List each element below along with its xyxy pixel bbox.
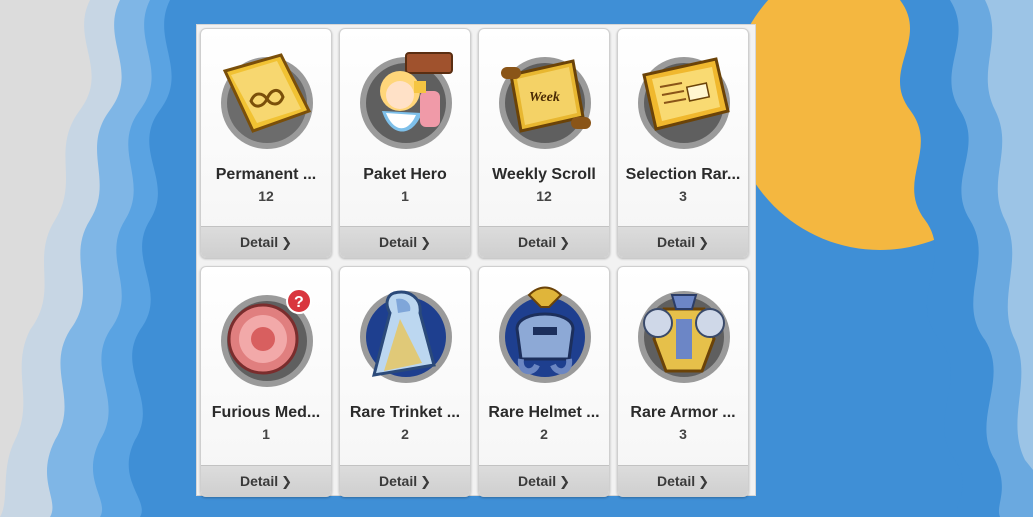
chevron-right-icon: ❯ (281, 474, 293, 489)
svg-text:Week: Week (529, 90, 560, 105)
chevron-right-icon: ❯ (698, 235, 710, 250)
detail-label: Detail (239, 473, 279, 489)
ticket-icon (628, 41, 740, 153)
item-count: 1 (401, 188, 409, 204)
trinket-cloak-icon (350, 279, 462, 391)
item-name: Rare Armor ... (630, 404, 736, 421)
chevron-right-icon: ❯ (420, 474, 432, 489)
item-card-selection-rare[interactable]: Selection Rar... 3 Detail ❯ (617, 28, 749, 258)
detail-label: Detail (378, 473, 418, 489)
detail-button[interactable]: Detail ❯ (618, 465, 748, 496)
item-name: Rare Trinket ... (349, 404, 461, 421)
item-count: 12 (536, 188, 552, 204)
detail-label: Detail (656, 473, 696, 489)
item-count: 3 (679, 426, 687, 442)
item-name: Paket Hero (363, 166, 447, 183)
item-card-permanent[interactable]: Permanent ... 12 Detail ❯ (200, 28, 332, 258)
detail-label: Detail (517, 234, 557, 250)
item-name: Furious Med... (211, 404, 321, 421)
detail-button[interactable]: Detail ❯ (479, 465, 609, 496)
item-count: 12 (258, 188, 274, 204)
item-card-rare-trinket[interactable]: Rare Trinket ... 2 Detail ❯ (339, 266, 471, 497)
item-card-rare-armor[interactable]: Rare Armor ... 3 Detail ❯ (617, 266, 749, 497)
chevron-right-icon: ❯ (698, 474, 710, 489)
item-name: Weekly Scroll (492, 166, 596, 183)
detail-button[interactable]: Detail ❯ (479, 226, 609, 257)
detail-label: Detail (656, 234, 696, 250)
item-name: Permanent ... (215, 166, 317, 183)
item-card-furious-medal[interactable]: ? Furious Med... 1 Detail ❯ (200, 266, 332, 497)
item-name: Rare Helmet ... (488, 404, 600, 421)
item-count: 3 (679, 188, 687, 204)
item-name: Selection Rar... (625, 166, 741, 183)
detail-button[interactable]: Detail ❯ (340, 465, 470, 496)
infinity-scroll-icon (211, 41, 323, 153)
reward-panel: Permanent ... 12 Detail ❯ Paket Hero 1 De… (196, 24, 756, 497)
chevron-right-icon: ❯ (281, 235, 293, 250)
detail-button[interactable]: Detail ❯ (201, 226, 331, 257)
detail-button[interactable]: Detail ❯ (340, 226, 470, 257)
item-count: 2 (401, 426, 409, 442)
shop-hero-girl-icon (350, 41, 462, 153)
item-card-weekly-scroll[interactable]: Week Weekly Scroll 12 Detail ❯ (478, 28, 610, 258)
medal-icon: ? (211, 279, 323, 391)
chevron-right-icon: ❯ (559, 235, 571, 250)
item-count: 2 (540, 426, 548, 442)
item-card-rare-helmet[interactable]: Rare Helmet ... 2 Detail ❯ (478, 266, 610, 497)
chevron-right-icon: ❯ (559, 474, 571, 489)
detail-button[interactable]: Detail ❯ (201, 465, 331, 496)
week-scroll-icon: Week (489, 41, 601, 153)
detail-label: Detail (378, 234, 418, 250)
detail-label: Detail (517, 473, 557, 489)
armor-icon (628, 279, 740, 391)
item-count: 1 (262, 426, 270, 442)
chevron-right-icon: ❯ (420, 235, 432, 250)
item-card-paket-hero[interactable]: Paket Hero 1 Detail ❯ (339, 28, 471, 258)
svg-text:?: ? (294, 294, 304, 311)
detail-button[interactable]: Detail ❯ (618, 226, 748, 257)
helmet-icon (489, 279, 601, 391)
detail-label: Detail (239, 234, 279, 250)
